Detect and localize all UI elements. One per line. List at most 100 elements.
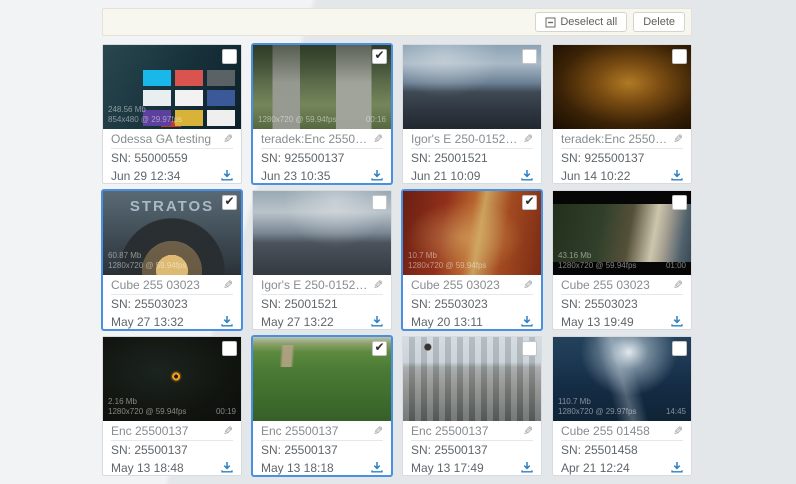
video-title: Cube 255 03023 [111,278,200,292]
select-checkbox[interactable] [222,341,237,356]
download-icon[interactable] [671,315,683,330]
download-icon[interactable] [371,461,383,476]
video-info: Igor's E 250-0152111 ✎ SN: 25001521 May … [253,275,391,331]
video-thumbnail[interactable] [403,337,541,421]
video-card[interactable]: Enc 25500137 ✎ SN: 25500137 May 13 17:49 [402,336,542,476]
file-size-overlay: 60.87 Mb [108,251,141,261]
download-icon[interactable] [371,169,383,184]
deselect-all-button[interactable]: Deselect all [535,12,627,32]
serial-number: SN: 925500137 [561,149,683,167]
select-checkbox[interactable]: ✔ [372,341,387,356]
download-icon[interactable] [521,461,533,476]
file-size-overlay: 2.16 Mb [108,397,137,407]
duration-overlay: 01:00 [666,261,686,271]
select-checkbox[interactable]: ✔ [372,49,387,64]
video-card[interactable]: 10.7 Mb 1280x720 @ 59.94fps ✔ Cube 255 0… [402,190,542,330]
video-thumbnail[interactable]: 1280x720 @ 59.94fps 00:16 ✔ [253,45,391,129]
download-icon[interactable] [521,169,533,184]
video-thumbnail[interactable]: 43.16 Mb 1280x720 @ 59.94fps 01:00 [553,191,691,275]
edit-icon[interactable]: ✎ [523,424,533,438]
video-thumbnail[interactable] [553,45,691,129]
video-thumbnail[interactable]: 2.16 Mb 1280x720 @ 59.94fps 00:19 [103,337,241,421]
video-card[interactable]: 2.16 Mb 1280x720 @ 59.94fps 00:19 Enc 25… [102,336,242,476]
video-title: Cube 255 03023 [411,278,500,292]
video-card[interactable]: 43.16 Mb 1280x720 @ 59.94fps 01:00 Cube … [552,190,692,330]
video-title: Igor's E 250-0152111 [261,278,373,292]
video-title: Enc 25500137 [411,424,488,438]
video-info: Enc 25500137 ✎ SN: 25500137 May 13 18:18 [253,421,391,477]
select-checkbox[interactable]: ✔ [222,195,237,210]
video-thumbnail[interactable]: 110.7 Mb 1280x720 @ 29.97fps 14:45 [553,337,691,421]
edit-icon[interactable]: ✎ [373,132,383,146]
video-card[interactable]: ✔ Enc 25500137 ✎ SN: 25500137 May 13 18:… [252,336,392,476]
select-checkbox[interactable]: ✔ [522,195,537,210]
video-thumbnail[interactable]: ✔ [253,337,391,421]
resolution-overlay: 1280x720 @ 59.94fps [258,115,336,125]
video-info: Cube 255 03023 ✎ SN: 25503023 May 27 13:… [103,275,241,331]
video-date: May 27 13:22 [261,315,334,329]
serial-number: SN: 25500137 [261,441,383,459]
duration-overlay: 14:45 [666,407,686,417]
select-checkbox[interactable] [372,195,387,210]
download-icon[interactable] [671,461,683,476]
video-thumbnail[interactable] [403,45,541,129]
video-date: May 13 18:48 [111,461,184,475]
file-size-overlay: 10.7 Mb [408,251,437,261]
serial-number: SN: 25001521 [261,295,383,313]
video-date: Jun 21 10:09 [411,169,480,183]
video-info: Cube 255 03023 ✎ SN: 25503023 May 20 13:… [403,275,541,331]
serial-number: SN: 25500137 [111,441,233,459]
video-info: teradek:Enc 25500137 ✎ SN: 925500137 Jun… [253,129,391,185]
select-checkbox[interactable] [222,49,237,64]
select-checkbox[interactable] [672,341,687,356]
video-thumbnail[interactable]: STRATOS 60.87 Mb 1280x720 @ 59.94fps ✔ [103,191,241,275]
edit-icon[interactable]: ✎ [673,132,683,146]
video-card[interactable]: 1280x720 @ 59.94fps 00:16 ✔ teradek:Enc … [252,44,392,184]
resolution-overlay: 854x480 @ 29.97fps [108,115,182,125]
edit-icon[interactable]: ✎ [373,278,383,292]
download-icon[interactable] [221,169,233,184]
video-thumbnail[interactable]: 248.56 Mb 854x480 @ 29.97fps [103,45,241,129]
video-title: Cube 255 01458 [561,424,650,438]
video-info: Cube 255 03023 ✎ SN: 25503023 May 13 19:… [553,275,691,331]
video-card[interactable]: 248.56 Mb 854x480 @ 29.97fps Odessa GA t… [102,44,242,184]
edit-icon[interactable]: ✎ [523,278,533,292]
select-checkbox[interactable] [672,49,687,64]
video-date: Jun 29 12:34 [111,169,180,183]
video-title: teradek:Enc 25500137 [561,132,673,146]
select-checkbox[interactable] [522,341,537,356]
download-icon[interactable] [371,315,383,330]
edit-icon[interactable]: ✎ [223,278,233,292]
video-thumbnail[interactable]: 10.7 Mb 1280x720 @ 59.94fps ✔ [403,191,541,275]
edit-icon[interactable]: ✎ [223,424,233,438]
serial-number: SN: 25001521 [411,149,533,167]
video-info: Igor's E 250-0152111 ✎ SN: 25001521 Jun … [403,129,541,185]
video-card[interactable]: Igor's E 250-0152111 ✎ SN: 25001521 Jun … [402,44,542,184]
video-card[interactable]: Igor's E 250-0152111 ✎ SN: 25001521 May … [252,190,392,330]
video-date: May 13 17:49 [411,461,484,475]
download-icon[interactable] [521,315,533,330]
video-title: Igor's E 250-0152111 [411,132,523,146]
download-icon[interactable] [221,461,233,476]
edit-icon[interactable]: ✎ [223,132,233,146]
edit-icon[interactable]: ✎ [673,278,683,292]
select-checkbox[interactable] [672,195,687,210]
edit-icon[interactable]: ✎ [523,132,533,146]
video-card[interactable]: teradek:Enc 25500137 ✎ SN: 925500137 Jun… [552,44,692,184]
serial-number: SN: 25501458 [561,441,683,459]
video-card[interactable]: STRATOS 60.87 Mb 1280x720 @ 59.94fps ✔ C… [102,190,242,330]
duration-overlay: 00:19 [216,407,236,417]
select-checkbox[interactable] [522,49,537,64]
edit-icon[interactable]: ✎ [373,424,383,438]
edit-icon[interactable]: ✎ [673,424,683,438]
resolution-overlay: 1280x720 @ 59.94fps [408,261,486,271]
serial-number: SN: 25503023 [411,295,533,313]
video-date: Apr 21 12:24 [561,461,630,475]
video-thumbnail[interactable] [253,191,391,275]
video-card[interactable]: 110.7 Mb 1280x720 @ 29.97fps 14:45 Cube … [552,336,692,476]
download-icon[interactable] [221,315,233,330]
serial-number: SN: 25500137 [411,441,533,459]
delete-button[interactable]: Delete [633,12,685,32]
download-icon[interactable] [671,169,683,184]
video-date: May 27 13:32 [111,315,184,329]
